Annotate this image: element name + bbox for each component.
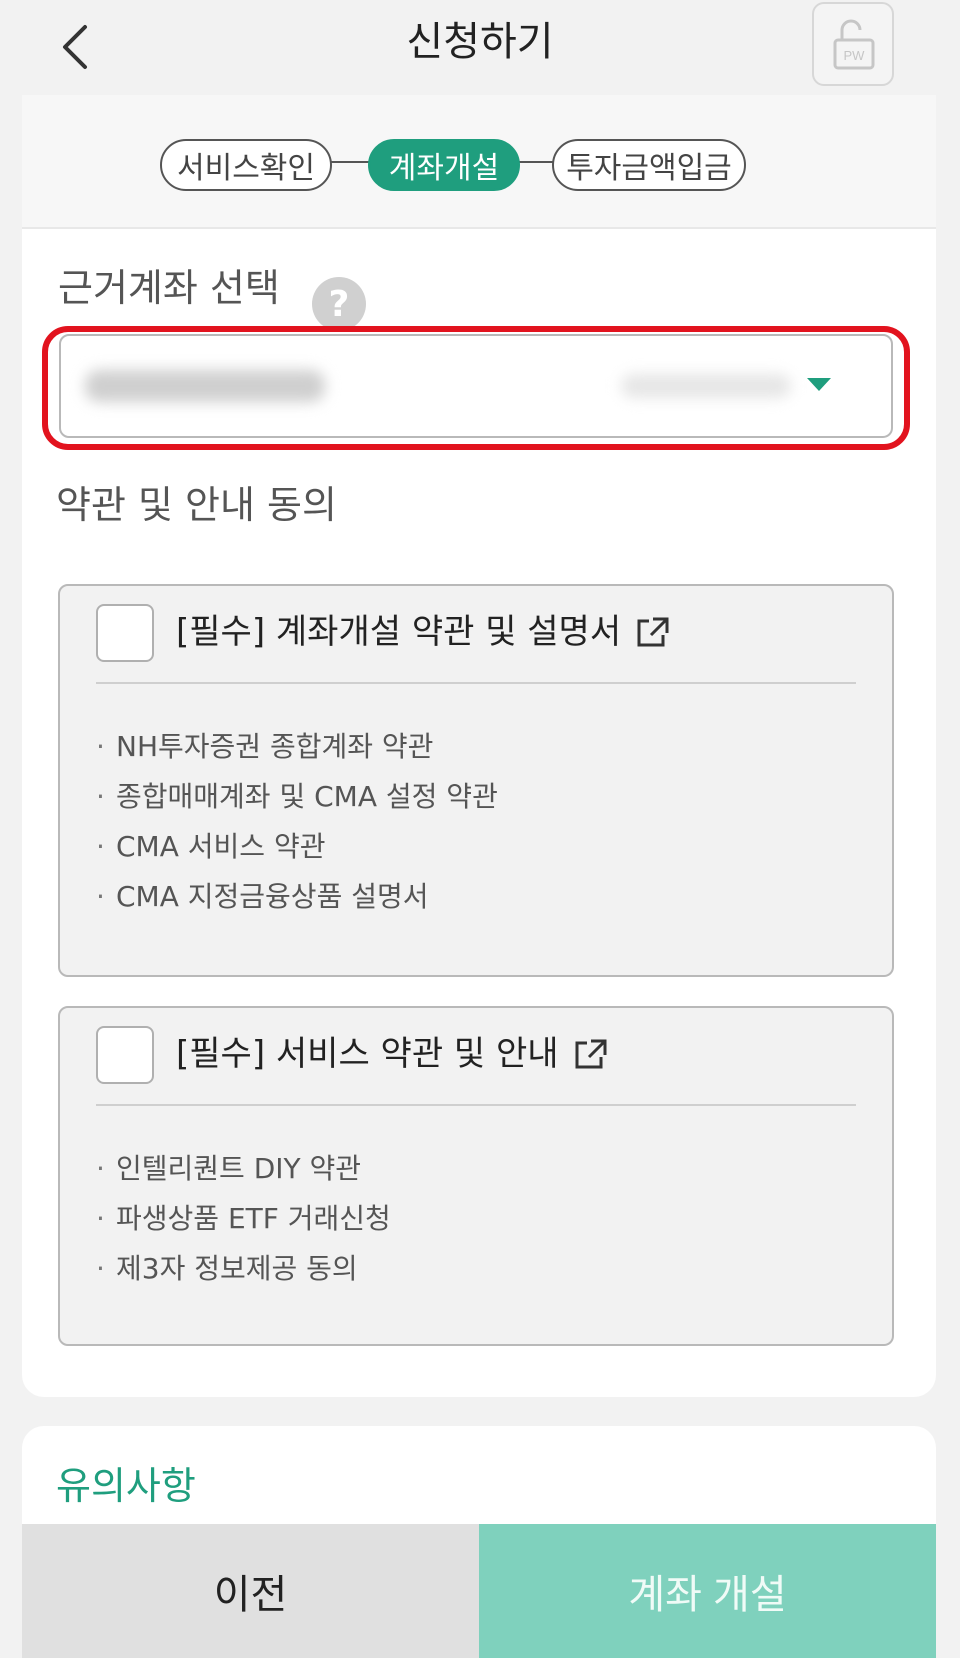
list-item: CMA 서비스 약관	[96, 822, 498, 872]
list-item: 제3자 정보제공 동의	[96, 1244, 391, 1294]
step-account-open: 계좌개설	[368, 139, 520, 191]
external-link-icon	[637, 617, 669, 647]
step-connector	[328, 161, 370, 163]
help-icon[interactable]: ?	[312, 277, 366, 331]
list-item: NH투자증권 종합계좌 약관	[96, 722, 498, 772]
account-select-label: 근거계좌 선택	[58, 266, 280, 310]
terms-title[interactable]: [필수] 계좌개설 약관 및 설명서	[176, 606, 671, 658]
terms-group-account: [필수] 계좌개설 약관 및 설명서 NH투자증권 종합계좌 약관 종합매매계좌…	[58, 584, 894, 977]
terms-section-label: 약관 및 안내 동의	[56, 483, 337, 527]
pw-label: PW	[844, 48, 866, 63]
list-item: 파생상품 ETF 거래신청	[96, 1194, 391, 1244]
list-item: 종합매매계좌 및 CMA 설정 약관	[96, 772, 498, 822]
step-service-check: 서비스확인	[160, 139, 332, 191]
account-select-dropdown[interactable]	[59, 334, 893, 438]
list-item: CMA 지정금융상품 설명서	[96, 872, 498, 922]
step-indicator: 서비스확인 계좌개설 투자금액입금	[22, 95, 936, 229]
divider	[96, 1104, 856, 1106]
divider	[96, 682, 856, 684]
terms-group-service: [필수] 서비스 약관 및 안내 인텔리퀀트 DIY 약관 파생상품 ETF 거…	[58, 1006, 894, 1346]
unlock-icon: PW	[833, 19, 875, 70]
step-deposit: 투자금액입금	[552, 139, 746, 191]
external-link-icon	[575, 1039, 607, 1069]
previous-button[interactable]: 이전	[22, 1524, 479, 1658]
agree-checkbox[interactable]	[96, 604, 154, 662]
agree-checkbox[interactable]	[96, 1026, 154, 1084]
list-item: 인텔리퀀트 DIY 약관	[96, 1144, 391, 1194]
masked-account-name	[621, 374, 791, 398]
caret-down-icon	[807, 378, 831, 391]
terms-list: NH투자증권 종합계좌 약관 종합매매계좌 및 CMA 설정 약관 CMA 서비…	[96, 722, 498, 922]
terms-title-text: [필수] 서비스 약관 및 안내	[176, 1034, 559, 1074]
terms-list: 인텔리퀀트 DIY 약관 파생상품 ETF 거래신청 제3자 정보제공 동의	[96, 1144, 391, 1294]
open-account-button[interactable]: 계좌 개설	[479, 1524, 936, 1658]
masked-account-number	[85, 370, 325, 402]
terms-title[interactable]: [필수] 서비스 약관 및 안내	[176, 1028, 609, 1080]
terms-title-text: [필수] 계좌개설 약관 및 설명서	[176, 612, 622, 652]
password-lock-button[interactable]: PW	[812, 2, 894, 86]
top-bar: 신청하기 PW	[0, 0, 960, 95]
step-connector	[516, 161, 554, 163]
notice-title: 유의사항	[56, 1464, 196, 1508]
bottom-action-bar: 이전 계좌 개설	[22, 1524, 936, 1658]
